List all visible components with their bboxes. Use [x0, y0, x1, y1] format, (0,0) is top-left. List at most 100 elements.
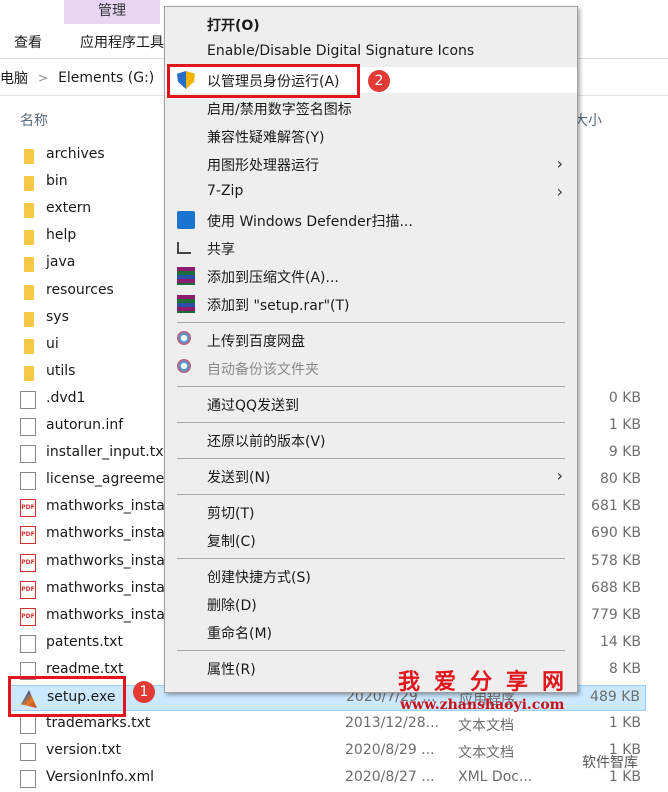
folder-icon — [24, 257, 34, 273]
file-name: mathworks_insta — [46, 525, 165, 542]
doc-icon — [20, 634, 36, 653]
file-size: 779 KB — [591, 606, 641, 623]
menu-item-label: 共享 — [207, 242, 235, 258]
file-name: help — [46, 227, 77, 244]
folder-icon — [24, 284, 34, 300]
doc-icon — [20, 418, 36, 436]
menu-item-label: 还原以前的版本(V) — [207, 434, 326, 450]
menu-item[interactable]: 通过QQ发送到 — [165, 391, 577, 417]
menu-item-label: 属性(R) — [207, 662, 256, 678]
defender-icon — [177, 211, 195, 229]
menu-item-label: 通过QQ发送到 — [207, 398, 300, 414]
file-date: 2020/8/27 ... — [345, 769, 435, 786]
menu-separator — [177, 494, 565, 495]
file-type: XML Doc... — [458, 769, 533, 786]
menu-item[interactable]: 还原以前的版本(V) — [165, 427, 577, 453]
chevron-right-icon: › — [556, 182, 563, 201]
watermark-title: 我爱分享网 — [398, 670, 579, 695]
breadcrumb[interactable]: 电脑 > Elements (G:) > — [0, 68, 174, 88]
menu-item[interactable]: 7-Zip › — [165, 179, 577, 205]
file-name: bin — [46, 173, 68, 190]
menu-item[interactable]: 共享 — [165, 235, 577, 261]
pdf-icon: PDF — [20, 607, 36, 626]
pdf-icon: PDF — [20, 499, 36, 518]
file-size: 14 KB — [599, 633, 641, 650]
breadcrumb-item[interactable]: 电脑 — [0, 68, 28, 88]
file-name: VersionInfo.xml — [46, 769, 154, 786]
watermark-url: www.zhanshaoyi.com — [400, 697, 565, 713]
menu-item[interactable]: 剪切(T) — [165, 499, 577, 525]
file-name: mathworks_insta — [46, 606, 165, 623]
file-size: 578 KB — [591, 552, 641, 569]
file-name: trademarks.txt — [46, 715, 151, 732]
winrar-icon — [177, 267, 195, 285]
ribbon-tab-app-tools[interactable]: 应用程序工具 — [80, 32, 164, 52]
file-size: 688 KB — [591, 579, 641, 596]
menu-separator — [177, 458, 565, 459]
folder-icon — [24, 365, 34, 381]
menu-item[interactable]: 用图形处理器运行 › — [165, 151, 577, 177]
baidu-icon — [177, 359, 191, 373]
menu-item[interactable]: 打开(O) — [165, 11, 577, 37]
file-row[interactable]: version.txt 2020/8/29 ... 文本文档 1 KB — [10, 739, 646, 765]
file-size: 681 KB — [591, 498, 641, 515]
menu-item[interactable]: Enable/Disable Digital Signature Icons — [165, 39, 577, 65]
pdf-icon: PDF — [20, 526, 36, 545]
menu-item[interactable]: 删除(D) — [165, 591, 577, 617]
pdf-icon: PDF — [20, 553, 36, 572]
menu-item[interactable]: 创建快捷方式(S) — [165, 563, 577, 589]
menu-item-label: 剪切(T) — [207, 506, 255, 522]
menu-item[interactable]: 兼容性疑难解答(Y) — [165, 123, 577, 149]
menu-item-label: 启用/禁用数字签名图标 — [207, 102, 352, 118]
file-row[interactable]: VersionInfo.xml 2020/8/27 ... XML Doc... 1 … — [10, 766, 646, 792]
menu-separator — [177, 650, 565, 651]
file-type: 文本文档 — [458, 718, 514, 735]
menu-item[interactable]: 上传到百度网盘 — [165, 327, 577, 353]
file-name: utils — [46, 362, 76, 379]
file-name: patents.txt — [46, 633, 123, 650]
file-name: archives — [46, 146, 105, 162]
breadcrumb-item[interactable]: Elements (G:) — [58, 70, 154, 86]
menu-item[interactable]: 复制(C) — [165, 527, 577, 553]
file-size: 80 KB — [599, 471, 641, 488]
file-name: java — [46, 254, 76, 271]
file-date: 2020/8/29 ... — [345, 742, 435, 759]
folder-icon — [24, 338, 34, 354]
menu-item-label: 创建快捷方式(S) — [207, 570, 311, 586]
file-name: sys — [46, 308, 69, 325]
share-icon — [177, 242, 191, 254]
menu-item-label: 打开(O) — [207, 18, 260, 34]
menu-item-label: 删除(D) — [207, 598, 257, 614]
menu-item-label: 用图形处理器运行 — [207, 158, 319, 174]
column-header-name[interactable]: 名称 — [20, 110, 48, 130]
menu-item-label: 发送到(N) — [207, 470, 271, 486]
menu-item[interactable]: 添加到 "setup.rar"(T) — [165, 291, 577, 317]
menu-item[interactable]: 发送到(N) › — [165, 463, 577, 489]
file-size: 0 KB — [608, 389, 641, 406]
chevron-right-icon[interactable]: > — [38, 71, 48, 85]
highlight-box-setup — [8, 676, 126, 717]
file-size: 690 KB — [591, 525, 641, 542]
menu-item-label: 添加到 "setup.rar"(T) — [207, 298, 350, 314]
menu-item-label: 添加到压缩文件(A)... — [207, 270, 339, 286]
menu-item[interactable]: 启用/禁用数字签名图标 — [165, 95, 577, 121]
baidu-icon — [177, 331, 191, 345]
menu-item[interactable]: 添加到压缩文件(A)... — [165, 263, 577, 289]
folder-icon — [24, 176, 34, 192]
menu-item[interactable]: 使用 Windows Defender扫描... — [165, 207, 577, 233]
folder-icon — [24, 203, 34, 219]
file-name: mathworks_insta — [46, 498, 165, 515]
menu-item-label: 上传到百度网盘 — [207, 334, 305, 350]
folder-icon — [24, 149, 34, 164]
ribbon-tab-view[interactable]: 查看 — [14, 32, 42, 52]
pdf-icon: PDF — [20, 580, 36, 599]
file-name: version.txt — [46, 742, 121, 759]
column-header-size[interactable]: 大小 — [574, 110, 602, 130]
file-size: 1 KB — [608, 417, 641, 433]
file-type: 文本文档 — [458, 745, 514, 762]
highlight-box-run-as-admin — [167, 64, 360, 98]
menu-item-label: 自动备份该文件夹 — [207, 362, 319, 378]
folder-icon — [24, 311, 34, 327]
ribbon-tab-manage[interactable]: 管理 — [64, 0, 160, 24]
menu-item[interactable]: 重命名(M) — [165, 619, 577, 645]
